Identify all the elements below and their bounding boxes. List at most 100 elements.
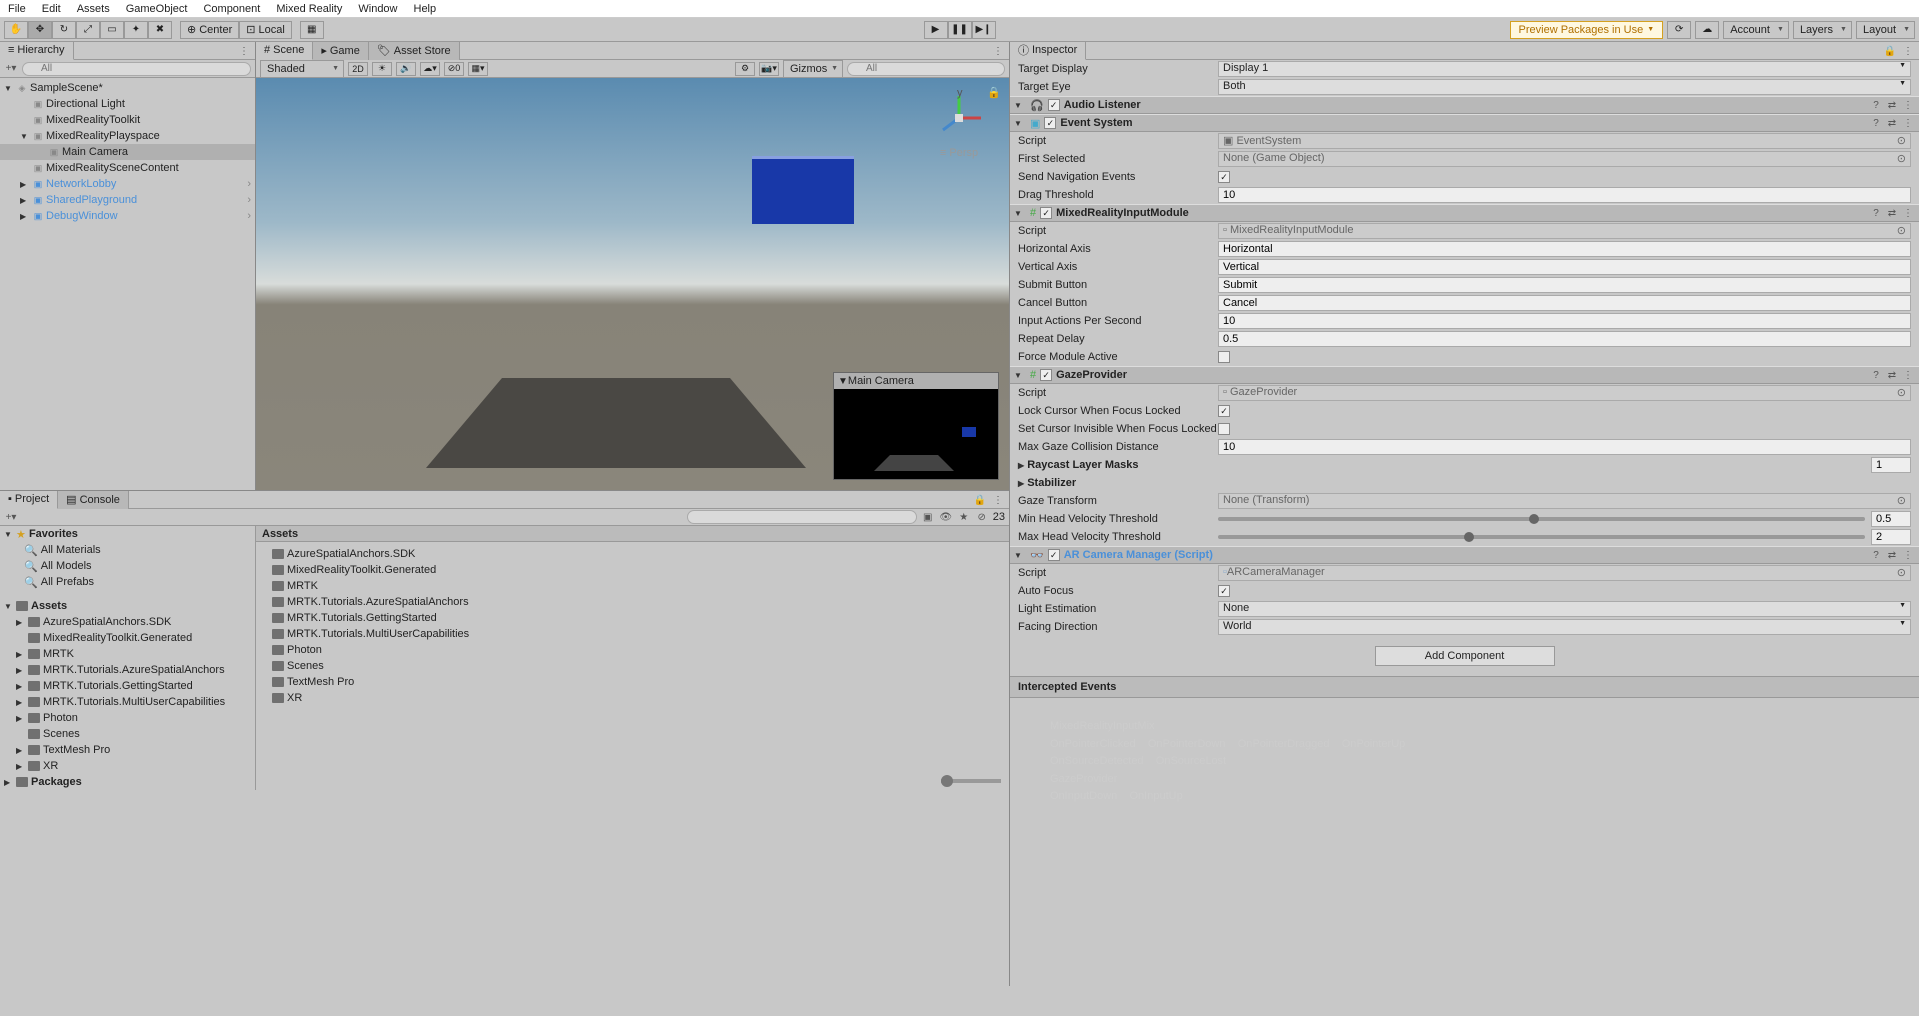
script-field[interactable]: ▫ GazeProvider: [1218, 385, 1911, 401]
menu-mixedreality[interactable]: Mixed Reality: [276, 3, 342, 15]
submit-button-input[interactable]: [1218, 277, 1911, 293]
expand-icon[interactable]: ▶: [20, 196, 32, 205]
chevron-right-icon[interactable]: ›: [247, 210, 251, 222]
folder-item[interactable]: ▶MRTK.Tutorials.AzureSpatialAnchors: [0, 662, 255, 678]
component-audio-listener[interactable]: ▼🎧 ✓ Audio Listener ?⇄⋮: [1010, 96, 1919, 114]
repeat-delay-input[interactable]: [1218, 331, 1911, 347]
expand-icon[interactable]: ▶: [20, 212, 32, 221]
preset-icon[interactable]: ⇄: [1885, 98, 1899, 112]
chevron-right-icon[interactable]: ›: [247, 178, 251, 190]
lighting-toggle[interactable]: ☀: [372, 62, 392, 76]
expand-icon[interactable]: ▶: [20, 180, 32, 189]
component-enabled-checkbox[interactable]: ✓: [1048, 549, 1060, 561]
create-dropdown[interactable]: +▾: [4, 510, 18, 524]
asset-folder[interactable]: Scenes: [256, 658, 1009, 674]
hierarchy-tab[interactable]: ≡Hierarchy: [0, 42, 74, 60]
asset-folder[interactable]: Photon: [256, 642, 1009, 658]
asset-folder[interactable]: TextMesh Pro: [256, 674, 1009, 690]
preset-icon[interactable]: ⇄: [1885, 116, 1899, 130]
min-head-value[interactable]: [1871, 511, 1911, 527]
menu-icon[interactable]: ⋮: [1901, 98, 1915, 112]
actions-per-sec-input[interactable]: [1218, 313, 1911, 329]
snap-toggle[interactable]: ▦: [300, 21, 324, 39]
persp-label[interactable]: ≡ Persp: [929, 147, 989, 159]
camera-icon[interactable]: 📷▾: [759, 62, 779, 76]
component-enabled-checkbox[interactable]: ✓: [1048, 99, 1060, 111]
folder-item[interactable]: ▶MRTK: [0, 646, 255, 662]
folder-item[interactable]: MixedRealityToolkit.Generated: [0, 630, 255, 646]
help-icon[interactable]: ?: [1869, 206, 1883, 220]
add-component-button[interactable]: Add Component: [1375, 646, 1555, 666]
menu-icon[interactable]: ⋮: [1901, 368, 1915, 382]
max-head-slider[interactable]: [1218, 535, 1865, 539]
menu-assets[interactable]: Assets: [77, 3, 110, 15]
help-icon[interactable]: ?: [1869, 116, 1883, 130]
target-eye-dropdown[interactable]: Both: [1218, 79, 1911, 95]
folder-item[interactable]: ▶TextMesh Pro: [0, 742, 255, 758]
component-input-module[interactable]: ▼# ✓ MixedRealityInputModule ?⇄⋮: [1010, 204, 1919, 222]
layout-dropdown[interactable]: Layout: [1856, 21, 1915, 39]
asset-folder[interactable]: MRTK.Tutorials.AzureSpatialAnchors: [256, 594, 1009, 610]
gizmos-dropdown[interactable]: Gizmos: [783, 60, 843, 78]
asset-folder[interactable]: AzureSpatialAnchors.SDK: [256, 546, 1009, 562]
create-dropdown[interactable]: +▾: [4, 62, 18, 76]
context-menu-icon[interactable]: ⋮: [991, 44, 1005, 58]
preset-icon[interactable]: ⇄: [1885, 206, 1899, 220]
project-search[interactable]: [687, 510, 917, 524]
menu-file[interactable]: File: [8, 3, 26, 15]
thumbnail-size-slider[interactable]: [941, 779, 1001, 783]
step-button[interactable]: ▶❙: [972, 21, 996, 39]
scale-tool[interactable]: ⤢: [76, 21, 100, 39]
favorite-icon[interactable]: 👁: [939, 510, 953, 524]
project-folder-tree[interactable]: ▼★ Favorites 🔍 All Materials 🔍 All Model…: [0, 526, 256, 790]
cloud-button[interactable]: ☁: [1695, 21, 1719, 39]
custom-tool[interactable]: ✖: [148, 21, 172, 39]
folder-item[interactable]: ▶XR: [0, 758, 255, 774]
horizontal-axis-input[interactable]: [1218, 241, 1911, 257]
light-estimation-dropdown[interactable]: None: [1218, 601, 1911, 617]
hidden-count-icon[interactable]: ⊘: [975, 510, 989, 524]
menu-icon[interactable]: ⋮: [1901, 548, 1915, 562]
scene-search[interactable]: [847, 62, 1005, 76]
rect-tool[interactable]: ▭: [100, 21, 124, 39]
asset-store-tab[interactable]: 🏷Asset Store: [369, 42, 460, 60]
send-nav-checkbox[interactable]: ✓: [1218, 171, 1230, 183]
asset-folder[interactable]: MRTK.Tutorials.GettingStarted: [256, 610, 1009, 626]
script-field[interactable]: ▫ MixedRealityInputModule: [1218, 223, 1911, 239]
favorite-item[interactable]: 🔍 All Materials: [0, 542, 255, 558]
hierarchy-tree[interactable]: ▼ ◈ SampleScene* ▣Directional Light ▣Mix…: [0, 78, 255, 490]
console-tab[interactable]: ▤Console: [58, 491, 129, 509]
shading-mode-dropdown[interactable]: Shaded: [260, 60, 344, 78]
pivot-toggle[interactable]: ⊕Center: [180, 21, 239, 39]
preset-icon[interactable]: ⇄: [1885, 548, 1899, 562]
auto-focus-checkbox[interactable]: ✓: [1218, 585, 1230, 597]
audio-toggle[interactable]: 🔊: [396, 62, 416, 76]
hierarchy-item[interactable]: ▣MixedRealitySceneContent: [0, 160, 255, 176]
component-event-system[interactable]: ▼▣ ✓ Event System ?⇄⋮: [1010, 114, 1919, 132]
help-icon[interactable]: ?: [1869, 548, 1883, 562]
project-content[interactable]: Assets AzureSpatialAnchors.SDK MixedReal…: [256, 526, 1009, 790]
component-gaze-provider[interactable]: ▼# ✓ GazeProvider ?⇄⋮: [1010, 366, 1919, 384]
scene-viewport[interactable]: y ≡ Persp 🔒 ▼ Main Camera: [256, 78, 1009, 490]
lock-cursor-checkbox[interactable]: ✓: [1218, 405, 1230, 417]
context-menu-icon[interactable]: ⋮: [1901, 44, 1915, 58]
menu-component[interactable]: Component: [203, 3, 260, 15]
assets-breadcrumb[interactable]: Assets: [256, 526, 1009, 542]
scene-root[interactable]: ▼ ◈ SampleScene*: [0, 80, 255, 96]
component-enabled-checkbox[interactable]: ✓: [1044, 117, 1056, 129]
orientation-gizmo[interactable]: y ≡ Persp: [929, 88, 989, 148]
hierarchy-item-prefab[interactable]: ▶▣DebugWindow›: [0, 208, 255, 224]
2d-toggle[interactable]: 2D: [348, 62, 368, 76]
inspector-tab[interactable]: ⓘInspector: [1010, 42, 1086, 60]
preview-packages-button[interactable]: Preview Packages in Use▼: [1510, 21, 1664, 39]
cancel-button-input[interactable]: [1218, 295, 1911, 311]
hidden-toggle[interactable]: ⊘0: [444, 62, 464, 76]
preset-icon[interactable]: ⇄: [1885, 368, 1899, 382]
asset-folder[interactable]: MRTK.Tutorials.MultiUserCapabilities: [256, 626, 1009, 642]
folder-item[interactable]: ▶AzureSpatialAnchors.SDK: [0, 614, 255, 630]
chevron-right-icon[interactable]: ›: [247, 194, 251, 206]
favorite-item[interactable]: 🔍 All Models: [0, 558, 255, 574]
folder-item[interactable]: ▶MRTK.Tutorials.GettingStarted: [0, 678, 255, 694]
gaze-transform-field[interactable]: None (Transform): [1218, 493, 1911, 509]
component-enabled-checkbox[interactable]: ✓: [1040, 207, 1052, 219]
